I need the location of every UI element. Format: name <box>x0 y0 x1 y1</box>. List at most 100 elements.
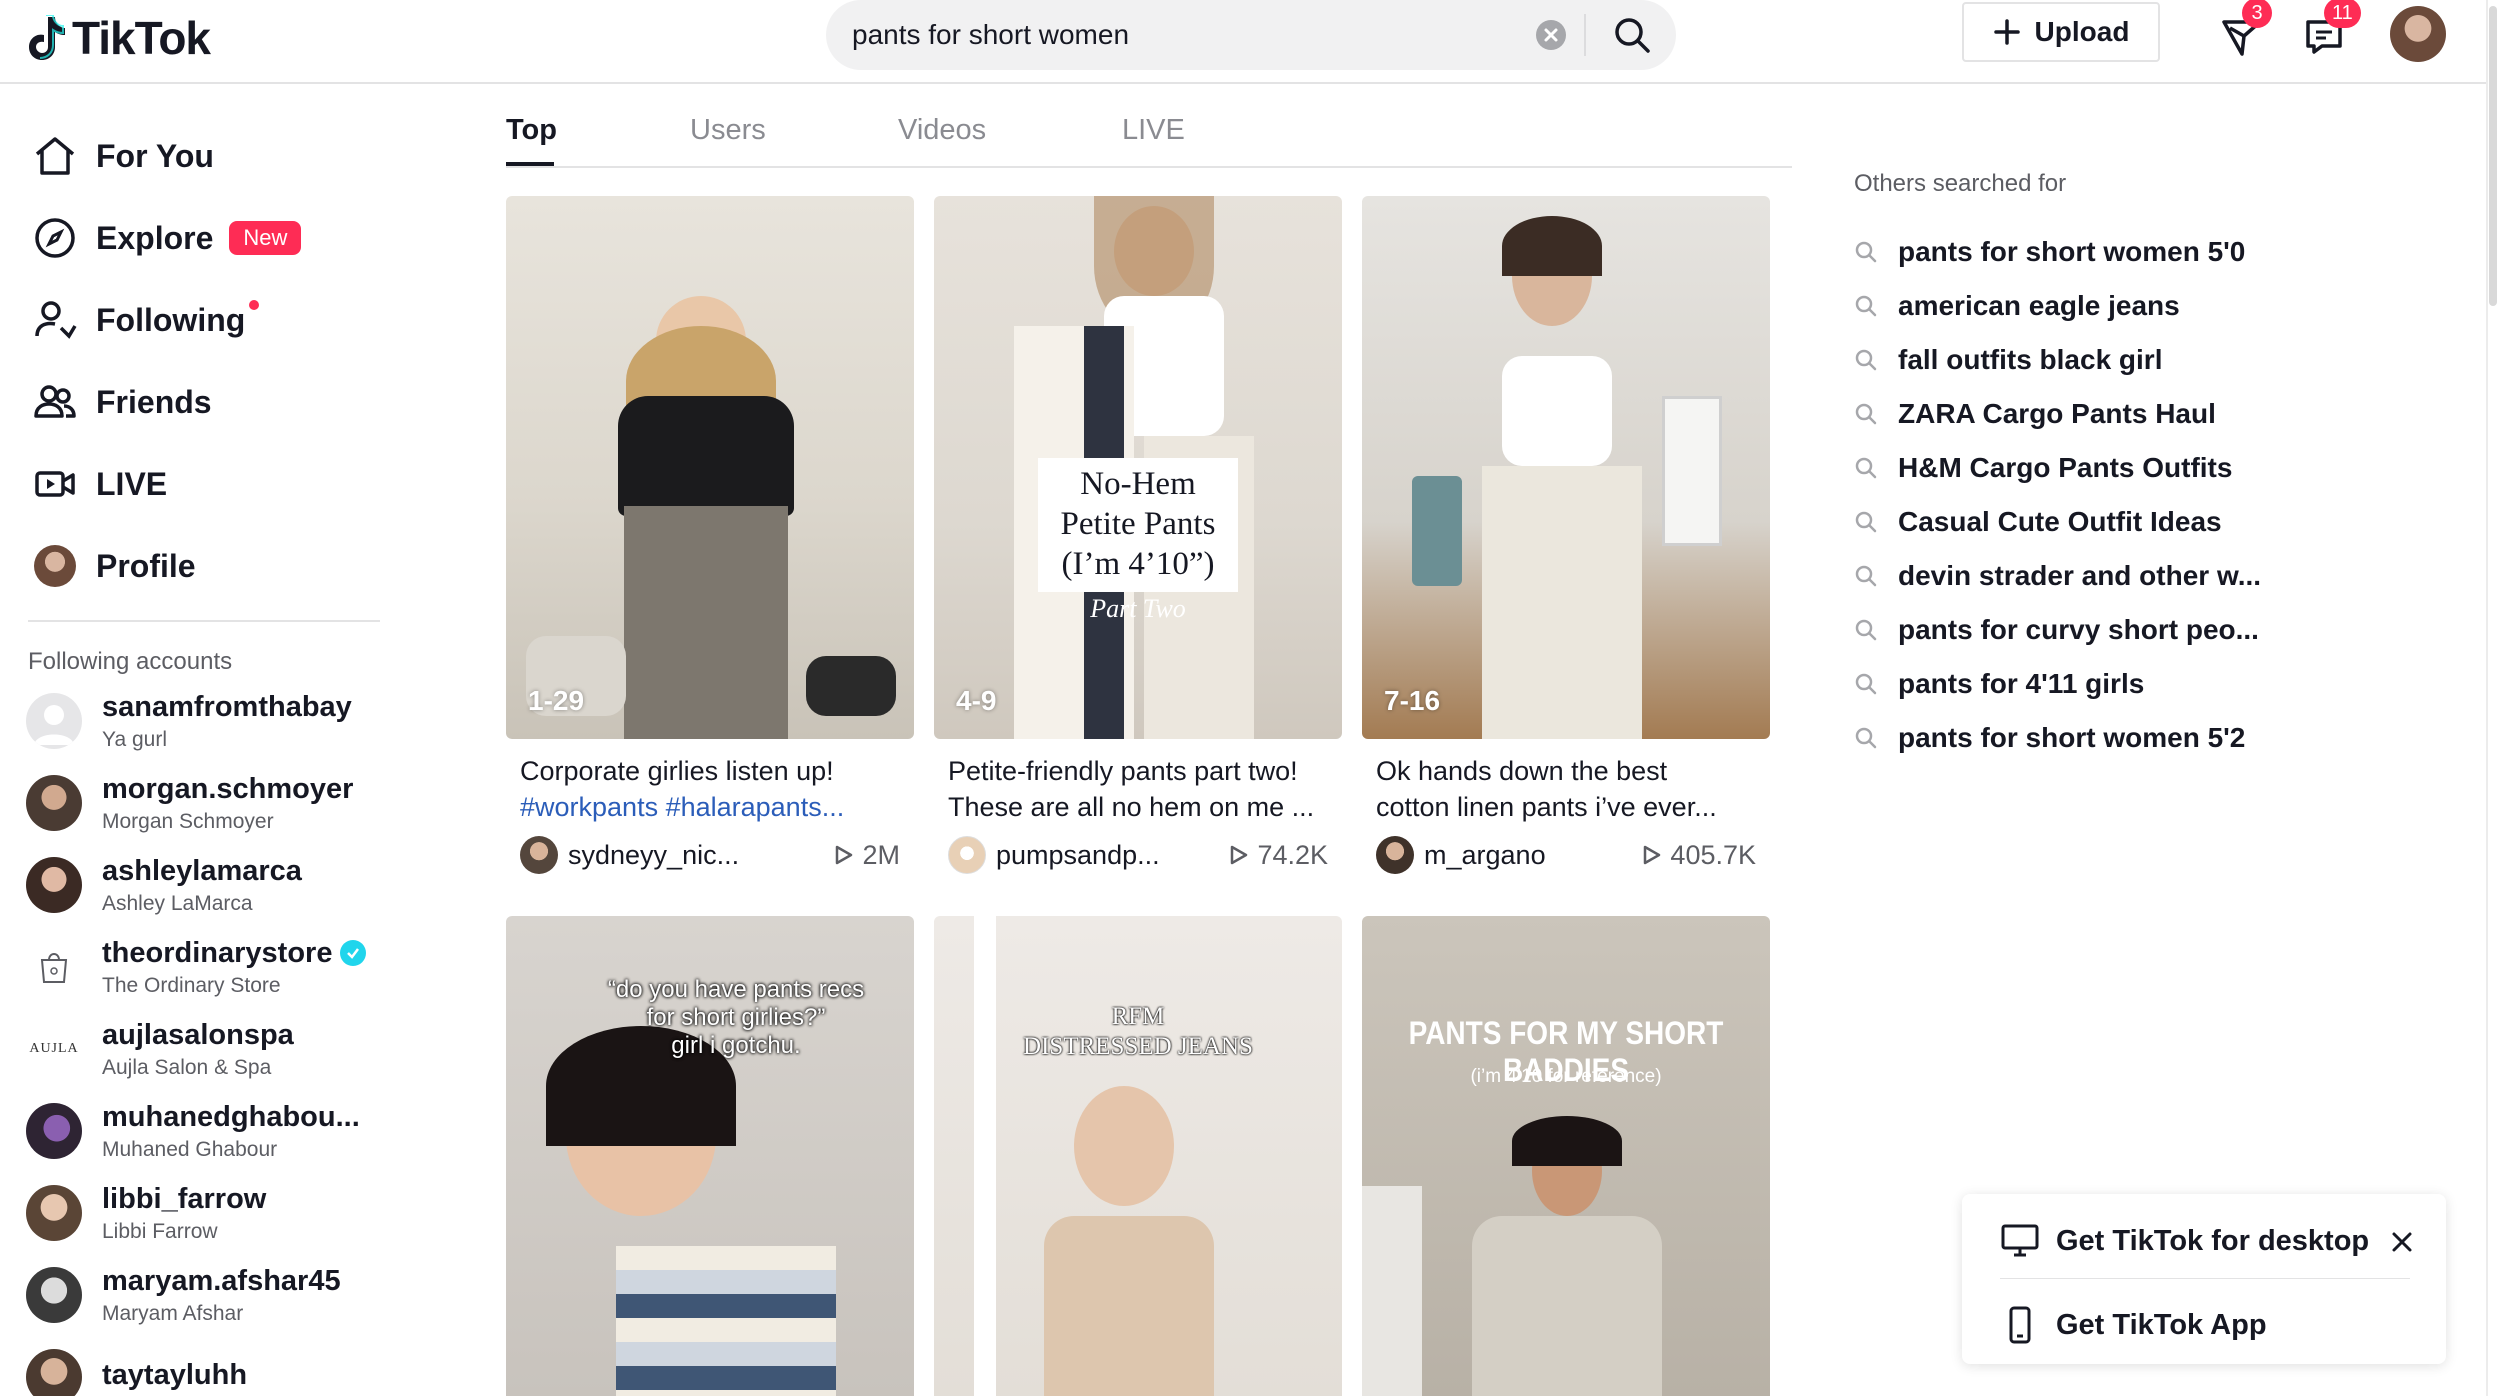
account-item[interactable]: AUJLA aujlasalonspa Aujla Salon & Spa <box>26 1014 386 1084</box>
new-badge: New <box>229 221 302 255</box>
video-author[interactable]: pumpsandp... <box>996 840 1229 871</box>
nav-explore[interactable]: Explore New <box>32 208 302 268</box>
scrollbar-thumb[interactable] <box>2489 6 2497 306</box>
video-thumbnail[interactable]: 7-16 <box>1362 196 1770 739</box>
video-card[interactable]: RFM DISTRESSED JEANS <box>934 916 1342 1396</box>
suggestion-item[interactable]: pants for short women 5'0 <box>1854 232 2294 272</box>
avatar <box>26 1185 82 1241</box>
suggestion-item[interactable]: pants for curvy short peo... <box>1854 610 2294 650</box>
upload-button[interactable]: Upload <box>1962 2 2160 62</box>
suggestion-item[interactable]: H&M Cargo Pants Outfits <box>1854 448 2294 488</box>
avatar <box>26 1267 82 1323</box>
nav-label: Profile <box>96 547 196 584</box>
account-item[interactable]: sanamfromthabay Ya gurl <box>26 686 386 756</box>
nav-label: Friends <box>96 383 212 420</box>
video-thumbnail[interactable]: PANTS FOR MY SHORT BADDIES (i’m 4’10 for… <box>1362 916 1770 1396</box>
suggestion-item[interactable]: pants for short women 5'2 <box>1854 718 2294 758</box>
play-icon <box>836 845 853 865</box>
nav-profile[interactable]: Profile <box>32 536 196 596</box>
avatar <box>26 775 82 831</box>
close-popup-button[interactable] <box>2382 1222 2422 1262</box>
video-thumbnail[interactable]: No-Hem Petite Pants (I’m 4’10”) Part Two 4… <box>934 196 1342 739</box>
search-icon <box>1855 511 1877 533</box>
account-username: maryam.afshar45 <box>102 1264 341 1297</box>
video-thumbnail[interactable]: “do you have pants recs for short girlies… <box>506 916 914 1396</box>
avatar <box>26 1103 82 1159</box>
avatar[interactable] <box>1376 836 1414 874</box>
suggestion-item[interactable]: devin strader and other w... <box>1854 556 2294 596</box>
video-card[interactable]: “do you have pants recs for short girlies… <box>506 916 914 1396</box>
get-app-link[interactable]: Get TikTok App <box>2000 1300 2267 1350</box>
tab-top[interactable]: Top <box>506 114 557 147</box>
get-desktop-link[interactable]: Get TikTok for desktop <box>2000 1216 2369 1266</box>
account-name: Ashley LaMarca <box>102 891 253 915</box>
close-icon <box>2392 1232 2412 1252</box>
video-thumbnail[interactable]: RFM DISTRESSED JEANS <box>934 916 1342 1396</box>
profile-avatar[interactable] <box>2390 6 2446 62</box>
video-caption-sub: (i’m 4’10 for reference) <box>1470 1066 1662 1087</box>
video-card[interactable]: 7-16 Ok hands down the best cotton linen … <box>1362 196 1770 875</box>
nav-label: For You <box>96 137 214 174</box>
shopping-bag-icon <box>40 953 68 983</box>
search-icon <box>1855 565 1877 587</box>
account-name: Morgan Schmoyer <box>102 809 274 833</box>
suggestion-item[interactable]: ZARA Cargo Pants Haul <box>1854 394 2294 434</box>
account-username: theordinarystore <box>102 937 367 970</box>
video-meta: sydneyy_nic... 2M <box>506 835 914 875</box>
view-count: 2M <box>834 840 900 871</box>
notification-dot <box>249 300 260 310</box>
video-author[interactable]: m_argano <box>1424 840 1642 871</box>
video-thumbnail[interactable]: 1-29 <box>506 196 914 739</box>
avatar[interactable] <box>520 836 558 874</box>
tab-videos[interactable]: Videos <box>898 114 986 147</box>
inbox-button[interactable]: 3 <box>2218 0 2272 60</box>
search-icon <box>1855 295 1877 317</box>
nav-following[interactable]: Following <box>32 290 260 350</box>
video-card[interactable]: No-Hem Petite Pants (I’m 4’10”) Part Two 4… <box>934 196 1342 875</box>
search-icon <box>1855 727 1877 749</box>
overlay-subtitle: Part Two <box>1090 594 1186 623</box>
video-author[interactable]: sydneyy_nic... <box>568 840 834 871</box>
account-item[interactable]: ashleylamarca Ashley LaMarca <box>26 850 386 920</box>
video-card[interactable]: PANTS FOR MY SHORT BADDIES (i’m 4’10 for… <box>1362 916 1770 1396</box>
suggestion-item[interactable]: fall outfits black girl <box>1854 340 2294 380</box>
account-item[interactable]: libbi_farrow Libbi Farrow <box>26 1178 386 1248</box>
account-item[interactable]: morgan.schmoyer Morgan Schmoyer <box>26 768 386 838</box>
clear-search-button[interactable] <box>1536 20 1566 50</box>
tab-live[interactable]: LIVE <box>1122 114 1185 147</box>
avatar <box>26 857 82 913</box>
messages-button[interactable]: 11 <box>2300 0 2361 60</box>
nav-for-you[interactable]: For You <box>32 126 214 186</box>
tiktok-logo[interactable]: TikTok <box>26 6 211 70</box>
search-icon <box>1855 241 1877 263</box>
view-count: 74.2K <box>1229 840 1328 871</box>
account-username: sanamfromthabay <box>102 690 352 723</box>
search-tabs: Top Users Videos LIVE <box>506 100 1792 168</box>
date-range-label: 1-29 <box>528 685 585 716</box>
play-icon <box>1231 845 1248 865</box>
hashtag-link[interactable]: #workpants #halarapants... <box>520 789 900 825</box>
following-icon <box>35 301 77 339</box>
following-accounts-title: Following accounts <box>28 648 233 675</box>
suggestion-item[interactable]: Casual Cute Outfit Ideas <box>1854 502 2294 542</box>
account-item[interactable]: theordinarystore The Ordinary Store <box>26 932 386 1002</box>
search-input[interactable] <box>852 0 1532 70</box>
video-card[interactable]: 1-29 Corporate girlies listen up! #workpa… <box>506 196 914 875</box>
search-divider <box>1584 14 1586 56</box>
account-item[interactable]: maryam.afshar45 Maryam Afshar <box>26 1260 386 1330</box>
avatar[interactable] <box>948 836 986 874</box>
date-range-label: 4-9 <box>956 685 997 716</box>
account-item[interactable]: muhanedghabou... Muhaned Ghabour <box>26 1096 386 1166</box>
tab-users[interactable]: Users <box>690 114 766 147</box>
nav-friends[interactable]: Friends <box>32 372 212 432</box>
home-icon <box>35 137 75 175</box>
nav-live[interactable]: LIVE <box>32 454 167 514</box>
default-avatar-icon <box>34 705 74 745</box>
account-item[interactable]: taytayluhh <box>26 1342 386 1396</box>
plus-icon <box>1993 19 2020 45</box>
search-button[interactable] <box>1602 10 1662 60</box>
aujla-logo: AUJLA <box>26 1021 82 1077</box>
suggestion-item[interactable]: american eagle jeans <box>1854 286 2294 326</box>
avatar <box>34 545 76 587</box>
suggestion-item[interactable]: pants for 4'11 girls <box>1854 664 2294 704</box>
